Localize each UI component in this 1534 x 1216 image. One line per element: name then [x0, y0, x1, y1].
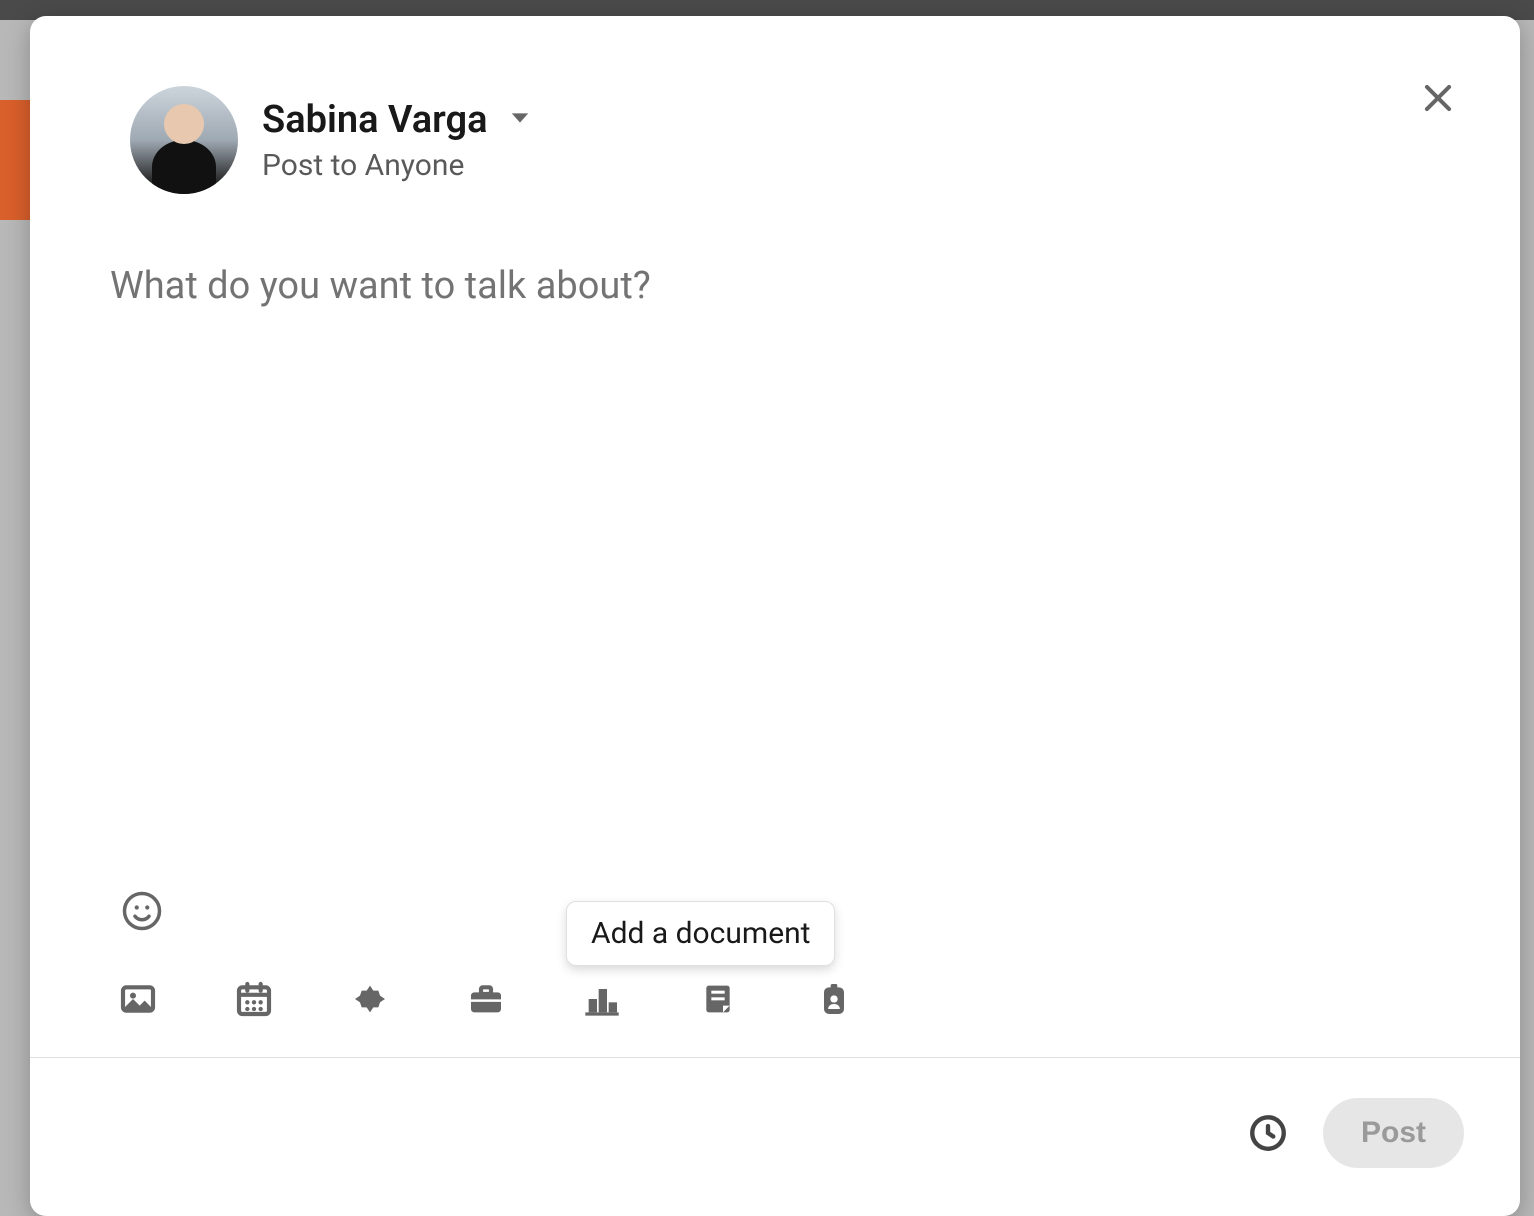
id-badge-icon — [814, 979, 854, 1019]
photo-icon — [118, 979, 158, 1019]
add-job-button[interactable] — [462, 975, 510, 1023]
celebrate-icon — [350, 979, 390, 1019]
post-body — [30, 214, 1520, 887]
close-button[interactable] — [1410, 70, 1466, 126]
author-block: Sabina Varga Post to Anyone — [262, 98, 534, 183]
add-event-button[interactable] — [230, 975, 278, 1023]
emoji-button[interactable] — [118, 887, 166, 935]
close-icon — [1419, 79, 1457, 117]
post-button[interactable]: Post — [1323, 1098, 1464, 1168]
post-visibility-label: Post to Anyone — [262, 148, 534, 183]
post-header: Sabina Varga Post to Anyone — [30, 16, 1520, 214]
attachment-toolbar: Add a document — [30, 957, 1520, 1057]
author-avatar[interactable] — [130, 86, 238, 194]
add-document-button[interactable] — [694, 975, 742, 1023]
hiring-badge-button[interactable] — [810, 975, 858, 1023]
create-poll-button[interactable] — [578, 975, 626, 1023]
caret-down-icon — [506, 104, 534, 136]
background-accent — [0, 100, 30, 220]
celebrate-button[interactable] — [346, 975, 394, 1023]
author-visibility-selector[interactable]: Sabina Varga — [262, 98, 534, 142]
document-icon — [698, 979, 738, 1019]
emoji-row — [30, 887, 1520, 957]
add-photo-button[interactable] — [114, 975, 162, 1023]
calendar-icon — [234, 979, 274, 1019]
author-name: Sabina Varga — [262, 98, 488, 142]
schedule-post-button[interactable] — [1241, 1106, 1295, 1160]
briefcase-icon — [466, 979, 506, 1019]
create-post-modal: Sabina Varga Post to Anyone Add a docume… — [30, 16, 1520, 1216]
emoji-icon — [121, 890, 163, 932]
clock-icon — [1247, 1112, 1289, 1154]
post-editor[interactable] — [110, 264, 1440, 877]
modal-footer: Post — [30, 1058, 1520, 1216]
poll-icon — [582, 979, 622, 1019]
